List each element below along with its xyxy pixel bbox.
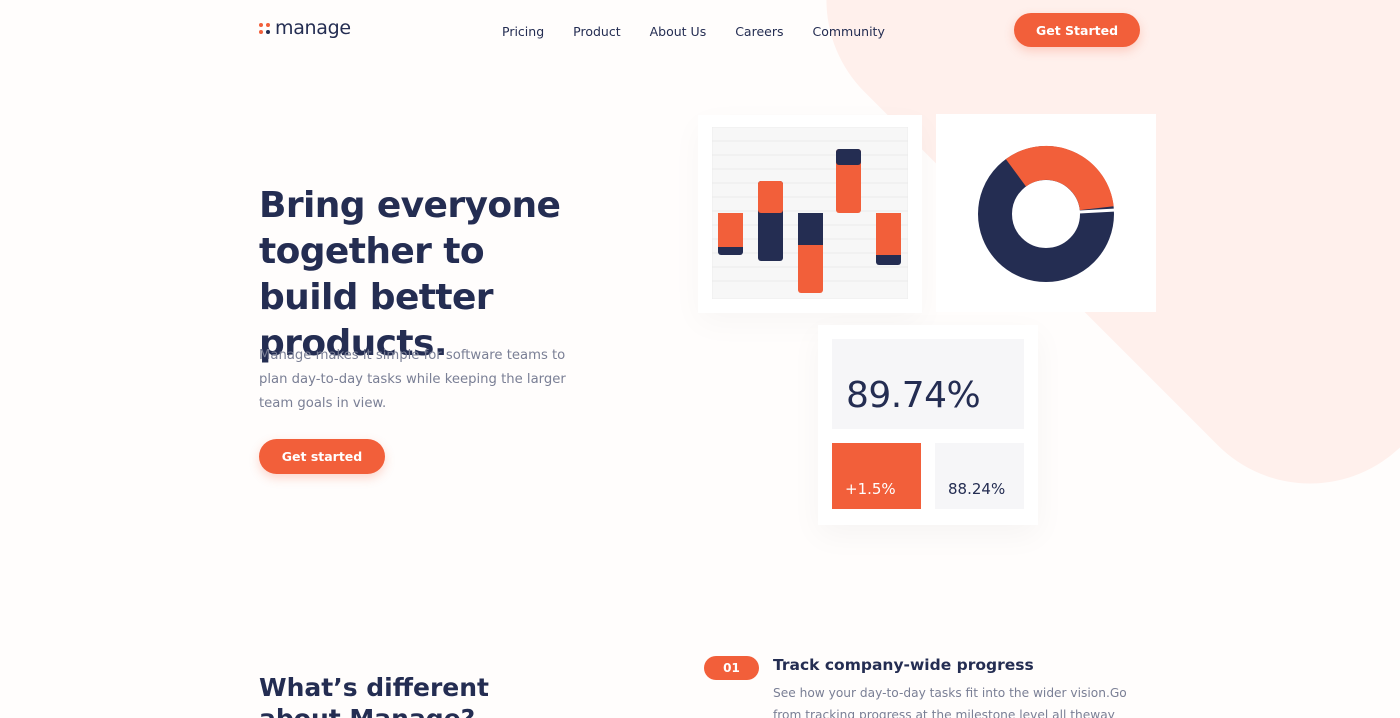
donut-chart-illustration (936, 114, 1156, 312)
nav-link-community[interactable]: Community (813, 24, 885, 39)
donut-chart-graphic (978, 145, 1116, 282)
stat-main-panel: 89.74% (832, 339, 1024, 429)
stats-card: 89.74% +1.5% 88.24% (818, 325, 1038, 525)
header-get-started-button[interactable]: Get Started (1014, 13, 1140, 47)
hero-title: Bring everyone together to build better … (259, 185, 561, 364)
bar-chart-illustration (698, 115, 922, 313)
logo[interactable]: manage (259, 17, 351, 39)
logo-dots-icon (259, 22, 270, 34)
stat-main-value: 89.74% (846, 375, 981, 416)
feature-description: See how your day-to-day tasks fit into t… (773, 686, 1127, 718)
site-header: manage Pricing Product About Us Careers … (0, 0, 1400, 62)
stat-change-value: +1.5% (845, 480, 896, 498)
nav-link-product[interactable]: Product (573, 24, 620, 39)
nav-link-about-us[interactable]: About Us (650, 24, 707, 39)
logo-text: manage (275, 17, 351, 39)
stat-secondary-panel: 88.24% (935, 443, 1024, 509)
nav-link-careers[interactable]: Careers (735, 24, 783, 39)
stat-change-panel: +1.5% (832, 443, 921, 509)
stat-secondary-value: 88.24% (948, 480, 1006, 498)
feature-title: Track company-wide progress (773, 656, 1034, 674)
section-title: What’s different about Manage? (259, 673, 489, 718)
feature-number-badge: 01 (704, 656, 759, 680)
bar-chart-graphic (712, 127, 908, 299)
hero-get-started-button[interactable]: Get started (259, 439, 385, 474)
main-nav: Pricing Product About Us Careers Communi… (502, 24, 914, 39)
hero-description: Manage makes it simple for software team… (259, 348, 566, 411)
nav-link-pricing[interactable]: Pricing (502, 24, 544, 39)
